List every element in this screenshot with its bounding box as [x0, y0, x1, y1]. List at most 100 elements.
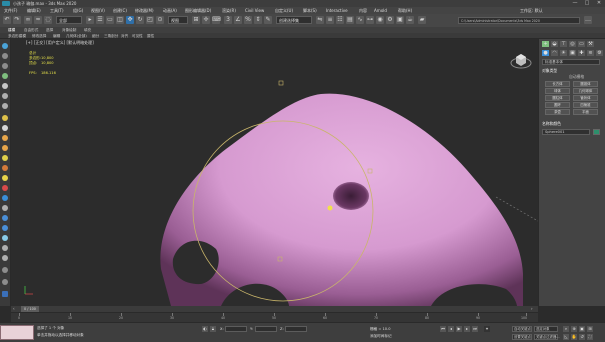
x-coordinate-field[interactable] — [225, 326, 247, 332]
select-by-name-icon[interactable]: ☰ — [96, 16, 104, 24]
track-bar[interactable]: 0 10 20 30 40 50 60 70 80 90 100 — [11, 312, 538, 322]
z-coordinate-field[interactable] — [285, 326, 307, 332]
lights-category-icon[interactable]: ☀ — [560, 50, 567, 56]
scale-icon[interactable]: ◰ — [146, 16, 154, 24]
autogrid-checkbox[interactable]: 自动栅格 — [569, 74, 584, 80]
torus-button[interactable]: 圆环 — [545, 102, 570, 108]
render-setup-icon[interactable]: ⚙ — [386, 16, 394, 24]
set-key-button[interactable]: 设置关键点 — [512, 334, 532, 340]
link-icon[interactable]: ∞ — [24, 16, 32, 24]
display-icon[interactable] — [2, 115, 8, 121]
ribbon-tab-freeform[interactable]: 自由形式 — [24, 28, 38, 33]
maximize-viewport-icon[interactable]: ⛶ — [587, 334, 593, 340]
name-color-header[interactable]: 名称和颜色 — [542, 121, 561, 127]
isolate-icon[interactable] — [2, 205, 8, 211]
curve-editor-icon[interactable]: ∿ — [356, 16, 364, 24]
viewport-layout-icon[interactable] — [2, 43, 8, 49]
key-mode-icon[interactable]: ⌖ — [484, 326, 490, 332]
display-panel-icon[interactable] — [2, 291, 8, 297]
ribbon-tab-object-paint[interactable]: 对象绘制 — [62, 28, 76, 33]
auto-key-button[interactable]: 自动关键点 — [512, 326, 532, 332]
scene-explorer-icon[interactable] — [2, 195, 8, 201]
edit-named-selection-icon[interactable]: ✎ — [264, 16, 272, 24]
systems-icon[interactable] — [2, 175, 8, 181]
maxscript-listener[interactable] — [0, 325, 34, 340]
ribbon-panel-geometry[interactable]: 几何体(全部) — [66, 34, 87, 39]
key-filter-dropdown[interactable]: 选定对象 — [534, 326, 558, 332]
redo-icon[interactable]: ↷ — [13, 16, 21, 24]
hierarchy-icon[interactable] — [2, 93, 8, 99]
ribbon-panel-align[interactable]: 对齐 — [121, 34, 128, 39]
project-path-field[interactable]: C:\Users\Administrator\Documents\3ds Max… — [458, 17, 580, 24]
place-icon[interactable]: ⊙ — [156, 16, 164, 24]
play-icon[interactable]: ▶ — [456, 326, 462, 332]
sort-icon[interactable] — [2, 235, 8, 241]
maximize-button[interactable]: □ — [581, 0, 593, 7]
space-warp-icon[interactable] — [2, 165, 8, 171]
zoom-extents-icon[interactable]: ▣ — [579, 326, 585, 332]
close-button[interactable]: ✕ — [593, 0, 605, 7]
key-filters-button[interactable]: 关键点过滤器... — [534, 334, 560, 340]
utilities-tab-icon[interactable]: ⚒ — [587, 41, 594, 47]
tube-button[interactable]: 管状体 — [573, 95, 598, 101]
object-type-header[interactable]: 对象类型 — [542, 68, 557, 74]
menu-interactive[interactable]: Interactive — [326, 8, 348, 13]
camera-icon[interactable] — [2, 145, 8, 151]
filter-icon[interactable] — [2, 245, 8, 251]
mesh-hole[interactable] — [333, 182, 369, 210]
light-icon[interactable] — [2, 135, 8, 141]
schematic-view-icon[interactable]: ⊶ — [366, 16, 374, 24]
add-time-tag[interactable]: 添加时间标记 — [370, 334, 392, 339]
create-icon[interactable] — [2, 73, 8, 79]
layer-icon[interactable] — [2, 215, 8, 221]
mirror-icon[interactable]: ⇋ — [316, 16, 324, 24]
helpers-category-icon[interactable]: ✚ — [578, 50, 585, 56]
modify-icon[interactable] — [2, 83, 8, 89]
teapot-button[interactable]: 茶壶 — [545, 109, 570, 115]
ribbon-panel-properties[interactable]: 属性 — [147, 34, 154, 39]
modify-tab-icon[interactable]: ◒ — [551, 41, 558, 47]
selection-lock-icon[interactable]: 🔒︎ — [210, 326, 216, 332]
select-manipulate-icon[interactable]: ✢ — [202, 16, 210, 24]
ribbon-panel-modify-selection[interactable]: 修改选择 — [32, 34, 46, 39]
minimize-button[interactable]: — — [569, 0, 581, 7]
isolate-toggle-icon[interactable]: ◐ — [202, 326, 208, 332]
zoom-extents-all-icon[interactable]: ⊞ — [587, 326, 593, 332]
ribbon-panel-visibility[interactable]: 可见性 — [132, 34, 143, 39]
angle-snap-icon[interactable]: ∠ — [234, 16, 242, 24]
snap-icon[interactable] — [2, 185, 8, 191]
cylinder-button[interactable]: 圆柱体 — [545, 95, 570, 101]
sphere-button[interactable]: 球体 — [545, 88, 570, 94]
box-button[interactable]: 长方体 — [545, 81, 570, 87]
zoom-all-icon[interactable]: ⊕ — [571, 326, 577, 332]
pan-icon[interactable]: ✋ — [571, 334, 577, 340]
align-icon[interactable]: ≡ — [326, 16, 334, 24]
goto-start-icon[interactable]: ⏮ — [440, 326, 446, 332]
menu-arnold[interactable]: Arnold — [374, 8, 387, 13]
viewcube-icon[interactable] — [510, 51, 532, 69]
material-editor-icon[interactable]: ◉ — [376, 16, 384, 24]
unlink-icon[interactable]: ≈ — [34, 16, 42, 24]
folder-icon[interactable]: ▰ — [418, 16, 426, 24]
plane-button[interactable]: 平面 — [573, 109, 598, 115]
gizmo-handle-top[interactable] — [278, 80, 284, 86]
next-key-icon[interactable]: ▸ — [464, 326, 470, 332]
zoom-icon[interactable]: ⌕ — [563, 326, 569, 332]
motion-tab-icon[interactable]: ◎ — [569, 41, 576, 47]
pivot-point[interactable] — [327, 205, 333, 211]
named-selection-dropdown[interactable]: 创建选择集 — [276, 16, 312, 24]
cameras-category-icon[interactable]: ▣ — [569, 50, 576, 56]
helper-icon[interactable] — [2, 155, 8, 161]
toggle-ribbon-icon[interactable]: ▤ — [346, 16, 354, 24]
geosphere-button[interactable]: 几何球体 — [573, 88, 598, 94]
layer-explorer-icon[interactable]: ☷ — [336, 16, 344, 24]
ribbon-tab-modeling[interactable]: 建模 — [8, 28, 15, 33]
selection-filter-dropdown[interactable]: 全部 — [56, 16, 82, 24]
shapes-category-icon[interactable]: ◠ — [551, 50, 558, 56]
lock-icon[interactable] — [2, 255, 8, 261]
bind-space-warp-icon[interactable]: ◌ — [44, 16, 52, 24]
move-tool-icon[interactable] — [2, 63, 8, 69]
rendered-frame-icon[interactable]: ▣ — [396, 16, 404, 24]
reference-coordinate-dropdown[interactable]: 视图 — [168, 16, 188, 24]
goto-end-icon[interactable]: ⏭ — [472, 326, 478, 332]
